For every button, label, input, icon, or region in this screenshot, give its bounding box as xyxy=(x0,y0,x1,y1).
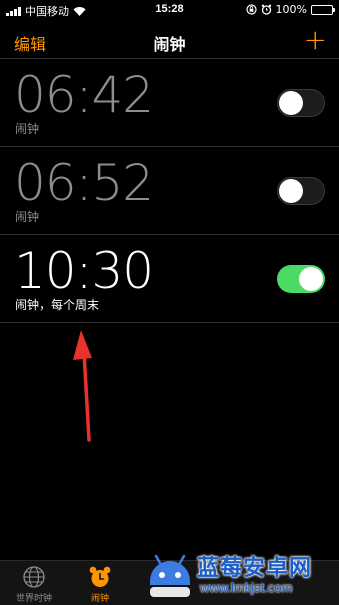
watermark-title: 蓝莓安卓网 xyxy=(197,556,313,581)
alarm-toggle[interactable] xyxy=(277,89,325,117)
watermark: 蓝莓安卓网 www.lmkjst.com xyxy=(134,547,339,605)
alarm-label: 闹钟 xyxy=(15,210,40,224)
watermark-url: www.lmkjst.com xyxy=(200,580,293,595)
alarm-status-icon xyxy=(261,4,271,15)
alarm-time: 06:52 xyxy=(14,154,154,212)
status-right: 100% xyxy=(245,3,335,16)
alarm-label: 闹钟，每个周末 xyxy=(15,298,100,312)
alarm-clock-icon xyxy=(89,566,111,587)
rotation-lock-icon xyxy=(245,4,257,15)
toggle-knob xyxy=(279,179,303,203)
battery-icon xyxy=(311,4,335,15)
tab-label: 闹钟 xyxy=(90,594,109,604)
globe-icon xyxy=(23,566,45,588)
alarm-row[interactable]: 06:52 闹钟 xyxy=(0,147,339,235)
battery-percentage: 100% xyxy=(275,3,307,16)
page-title: 闹钟 xyxy=(153,35,186,54)
alarm-time: 06:42 xyxy=(14,66,154,124)
toggle-knob xyxy=(279,91,303,115)
toggle-knob xyxy=(299,267,323,291)
status-bar: 中国移动 15:28 100% xyxy=(0,0,339,20)
annotation-arrow xyxy=(73,330,92,442)
alarm-label: 闹钟 xyxy=(15,122,40,136)
alarm-row[interactable]: 10:30 闹钟，每个周末 xyxy=(0,235,339,323)
alarm-toggle[interactable] xyxy=(277,177,325,205)
add-alarm-button[interactable]: + xyxy=(304,26,327,54)
edit-button[interactable]: 编辑 xyxy=(14,31,46,55)
tab-label: 世界时钟 xyxy=(15,594,52,604)
alarm-row[interactable]: 06:42 闹钟 xyxy=(0,58,339,147)
android-logo-icon xyxy=(150,554,190,597)
tab-world-clock[interactable]: 世界时钟 xyxy=(4,565,64,604)
tab-alarm[interactable]: 闹钟 xyxy=(70,565,130,604)
alarm-list: 06:42 闹钟 06:52 闹钟 10:30 闹钟，每个周末 xyxy=(0,58,339,323)
alarm-toggle[interactable] xyxy=(277,265,325,293)
alarm-time: 10:30 xyxy=(14,242,154,300)
